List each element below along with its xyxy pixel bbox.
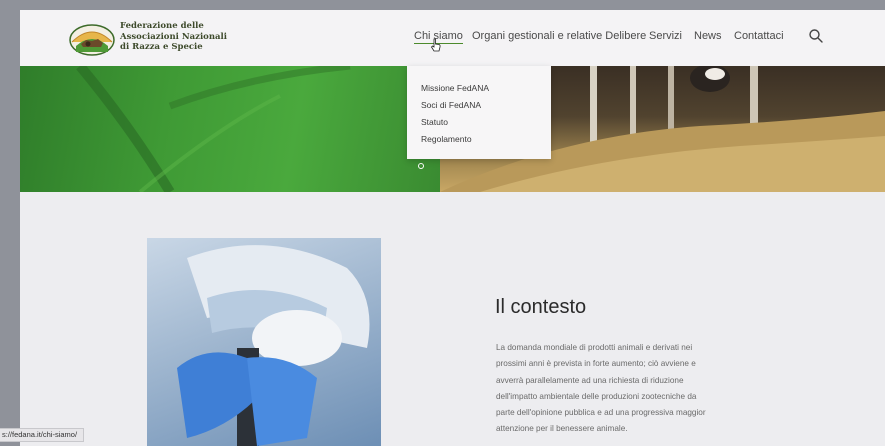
dropdown-item-soci[interactable]: Soci di FedANA (421, 100, 481, 110)
dropdown-item-statuto[interactable]: Statuto (421, 117, 448, 127)
browser-viewport: Federazione delle Associazioni Nazionali… (20, 10, 885, 446)
brand-line: di Razza e Specie (120, 42, 203, 52)
banner-green-graphic (20, 66, 440, 192)
logo-emblem-icon[interactable] (68, 20, 116, 56)
site-header: Federazione delle Associazioni Nazionali… (20, 10, 885, 66)
lab-photo-graphic (177, 245, 370, 446)
section-paragraph: La domanda mondiale di prodotti animali … (496, 340, 746, 438)
chi-siamo-dropdown: Missione FedANA Soci di FedANA Statuto R… (407, 66, 551, 159)
paragraph-line: prossimi anni è prevista in forte aument… (496, 359, 696, 369)
nav-item-organi[interactable]: Organi gestionali e relative Delibere (472, 30, 646, 42)
brand-line: Associazioni Nazionali (120, 31, 227, 42)
brand-name[interactable]: Federazione delle Associazioni Nazionali… (120, 21, 240, 53)
dropdown-item-missione[interactable]: Missione FedANA (421, 83, 489, 93)
paragraph-line: avverrà parallelamente ad una richiesta … (496, 375, 684, 385)
slider-indicator[interactable] (418, 163, 424, 169)
section-title: Il contesto (495, 296, 587, 318)
paragraph-line: La domanda mondiale di prodotti animali … (496, 343, 693, 352)
paragraph-line: parte dell'opinione pubblica e ad una pr… (496, 408, 706, 418)
brand-line: Federazione delle (120, 21, 204, 31)
banner-leaf-graphic (76, 66, 351, 192)
lab-researcher-photo (147, 238, 381, 446)
search-icon[interactable] (808, 28, 824, 44)
nav-item-news[interactable]: News (694, 30, 722, 42)
cursor-hand-icon (430, 38, 441, 52)
content-section: Il contesto La domanda mondiale di prodo… (20, 192, 885, 446)
dropdown-item-regolamento[interactable]: Regolamento (421, 134, 472, 144)
paragraph-line: dell'impatto ambientale delle produzioni… (496, 391, 697, 401)
status-bar-url: s://fedana.it/chi-siamo/ (0, 428, 85, 442)
nav-item-contattaci[interactable]: Contattaci (734, 30, 784, 42)
nav-item-servizi[interactable]: Servizi (649, 30, 682, 42)
paragraph-line: attenzione per il benessere animale. (496, 424, 628, 434)
